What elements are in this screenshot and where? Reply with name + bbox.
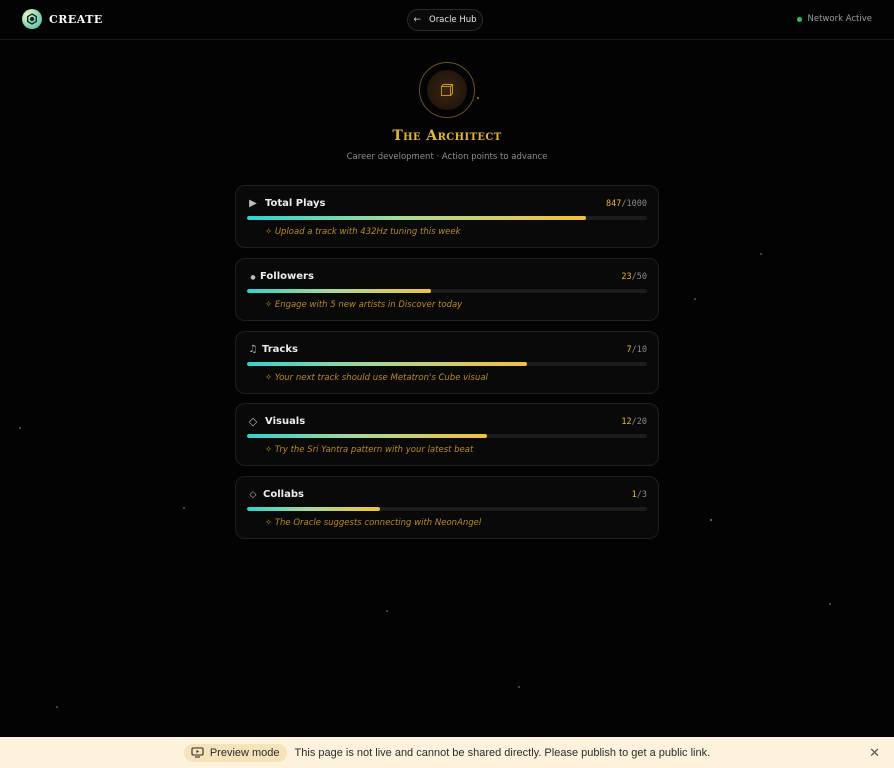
- page-subtitle: Career development · Action points to ad…: [346, 152, 548, 162]
- hexagon-logo-icon: [22, 9, 42, 29]
- metric-label: Collabs: [263, 489, 304, 500]
- arrow-left-icon: ←: [413, 15, 421, 25]
- action-hint: ✧ Engage with 5 new artists in Discover …: [265, 300, 463, 310]
- small-diamond-icon: ◇: [249, 490, 257, 500]
- metric-count: 847/1000: [606, 199, 647, 209]
- metric-label: Followers: [260, 271, 314, 282]
- progress-bar: [247, 289, 647, 293]
- metric-count: 1/3: [631, 490, 647, 500]
- network-status-label: Network Active: [807, 14, 873, 24]
- cube-icon: [441, 84, 453, 96]
- star: [56, 706, 58, 708]
- metric-card-tracks[interactable]: ♫ Tracks 7/10 ✧ Your next track should u…: [235, 331, 659, 394]
- metric-card-visuals[interactable]: ◇ Visuals 12/20 ✧ Try the Sri Yantra pat…: [235, 403, 659, 466]
- action-hint: ✧ The Oracle suggests connecting with Ne…: [265, 518, 482, 528]
- star: [386, 610, 388, 612]
- star: [518, 686, 520, 688]
- play-icon: ▶: [249, 198, 257, 209]
- metric-label: Total Plays: [265, 198, 326, 209]
- progress-bar: [247, 434, 647, 438]
- star: [829, 603, 831, 605]
- star: [19, 427, 21, 429]
- status-dot-icon: [796, 16, 802, 22]
- metric-count: 12/20: [621, 417, 647, 427]
- metric-label: Visuals: [265, 416, 306, 427]
- progress-bar: [247, 507, 647, 511]
- star: [694, 298, 696, 300]
- star: [710, 519, 712, 521]
- top-header: CREATE ← Oracle Hub Network Active: [0, 0, 894, 40]
- back-button-label: Oracle Hub: [429, 15, 477, 25]
- progress-bar: [247, 362, 647, 366]
- logo-text: CREATE: [49, 12, 103, 26]
- preview-message: This page is not live and cannot be shar…: [294, 746, 711, 759]
- star: [760, 253, 762, 255]
- close-icon[interactable]: ✕: [869, 745, 880, 761]
- metric-label: Tracks: [262, 344, 298, 355]
- preview-mode-badge: Preview mode: [183, 743, 287, 762]
- oracle-hub-back-button[interactable]: ← Oracle Hub: [407, 9, 483, 31]
- page-title: The Architect: [392, 128, 502, 144]
- architect-emblem: [419, 62, 475, 118]
- preview-mode-label: Preview mode: [209, 746, 280, 759]
- network-status: Network Active: [796, 14, 873, 24]
- progress-bar: [247, 216, 647, 220]
- metric-card-followers[interactable]: ● Followers 23/50 ✧ Engage with 5 new ar…: [235, 258, 659, 321]
- monitor-icon: [191, 747, 204, 758]
- metric-card-total-plays[interactable]: ▶ Total Plays 847/1000 ✧ Upload a track …: [235, 185, 659, 248]
- action-hint: ✧ Try the Sri Yantra pattern with your l…: [265, 445, 474, 455]
- action-hint: ✧ Your next track should use Metatron's …: [265, 373, 488, 383]
- metric-count: 7/10: [626, 345, 648, 355]
- star: [477, 97, 479, 99]
- diamond-icon: ◇: [248, 415, 258, 428]
- logo[interactable]: CREATE: [22, 9, 103, 29]
- preview-banner: Preview mode This page is not live and c…: [0, 737, 894, 768]
- metric-card-collabs[interactable]: ◇ Collabs 1/3 ✧ The Oracle suggests conn…: [235, 476, 659, 539]
- action-hint: ✧ Upload a track with 432Hz tuning this …: [265, 227, 461, 237]
- dot-icon: ●: [250, 274, 256, 281]
- metric-count: 23/50: [621, 272, 647, 282]
- star: [183, 507, 185, 509]
- music-note-icon: ♫: [248, 344, 258, 355]
